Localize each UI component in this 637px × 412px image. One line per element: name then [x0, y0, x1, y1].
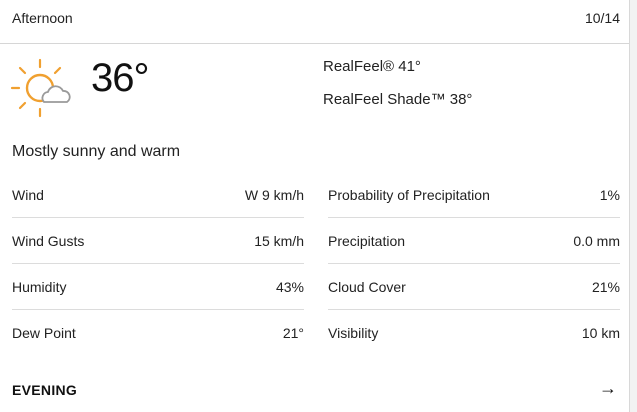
- stat-value: 21°: [282, 325, 304, 341]
- stat-label: Cloud Cover: [328, 279, 406, 295]
- stat-label: Precipitation: [328, 233, 406, 249]
- stat-precipitation: Precipitation 0.0 mm: [328, 218, 620, 264]
- realfeel-value: RealFeel® 41°: [323, 58, 421, 75]
- stat-dew-point: Dew Point 21°: [12, 310, 304, 356]
- evening-link[interactable]: EVENING →: [0, 368, 629, 412]
- weather-phrase: Mostly sunny and warm: [12, 143, 181, 160]
- stat-humidity: Humidity 43%: [12, 264, 304, 310]
- realfeel-shade-value: RealFeel Shade™ 38°: [323, 91, 473, 108]
- stat-label: Wind Gusts: [12, 233, 85, 249]
- stat-cloud-cover: Cloud Cover 21%: [328, 264, 620, 310]
- current-conditions: 36° RealFeel® 41° RealFeel Shade™ 38°: [0, 44, 629, 134]
- date-label: 10/14: [584, 10, 620, 26]
- stat-value: 43%: [275, 279, 304, 295]
- scroll-edge: [629, 0, 637, 412]
- stat-label: Probability of Precipitation: [328, 187, 490, 203]
- mostly-sunny-icon: [10, 58, 71, 118]
- evening-title: EVENING: [12, 382, 78, 398]
- card-header: Afternoon 10/14: [12, 10, 620, 30]
- arrow-right-icon[interactable]: →: [599, 378, 617, 399]
- stat-value: 10 km: [581, 325, 620, 341]
- forecast-card: Afternoon 10/14 36° RealFeel® 41° RealFe…: [0, 0, 629, 412]
- current-temperature: 36°: [91, 56, 149, 100]
- stat-value: 0.0 mm: [573, 233, 620, 249]
- stat-label: Wind: [12, 187, 44, 203]
- stat-label: Dew Point: [12, 325, 76, 341]
- stat-value: W 9 km/h: [244, 187, 304, 203]
- stat-label: Visibility: [328, 325, 379, 341]
- stat-value: 15 km/h: [254, 233, 304, 249]
- stat-label: Humidity: [12, 279, 67, 295]
- stat-wind-gusts: Wind Gusts 15 km/h: [12, 218, 304, 264]
- stat-value: 1%: [599, 187, 620, 203]
- period-label: Afternoon: [12, 10, 73, 26]
- stat-visibility: Visibility 10 km: [328, 310, 620, 356]
- stat-precip-probability: Probability of Precipitation 1%: [328, 172, 620, 218]
- stat-wind: Wind W 9 km/h: [12, 172, 304, 218]
- stat-value: 21%: [591, 279, 620, 295]
